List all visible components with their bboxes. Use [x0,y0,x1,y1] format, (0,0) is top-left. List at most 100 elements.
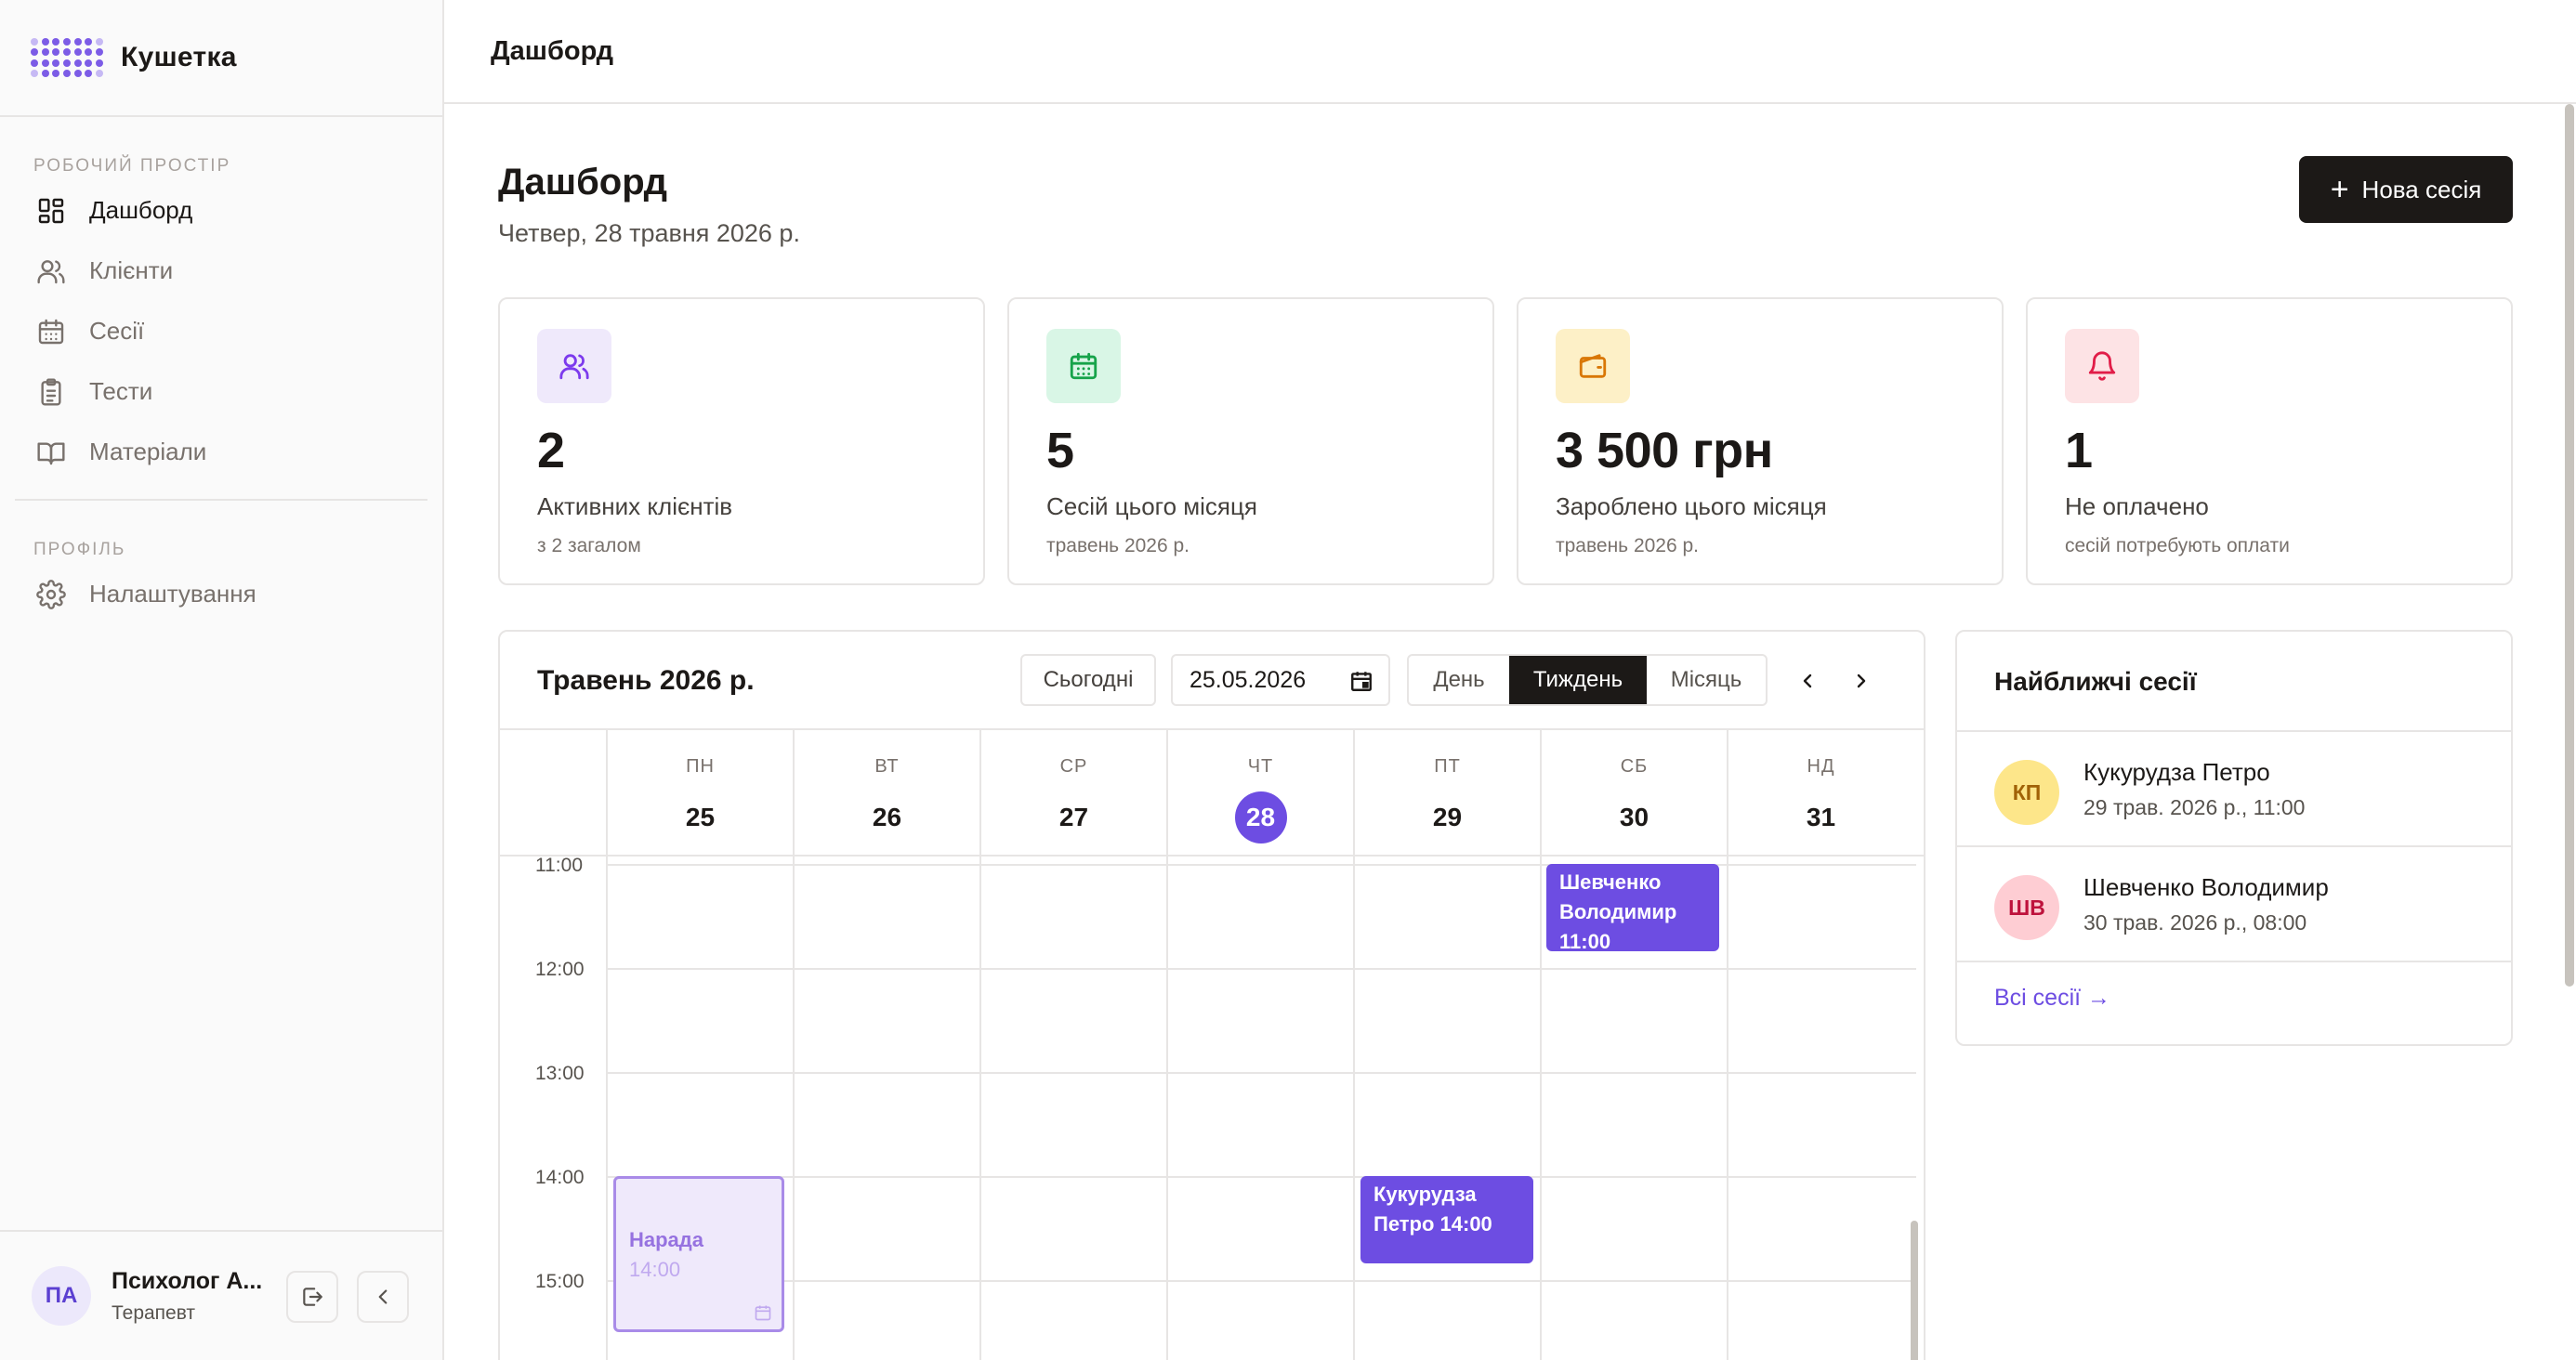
day-number: 30 [1619,803,1649,831]
day-name: ЧТ [1247,756,1274,777]
users-icon [537,329,611,403]
stat-value: 1 [2065,423,2093,478]
date-value: 25.05.2026 [1189,666,1307,693]
day-column-header[interactable]: СР 27 [979,730,1166,857]
event-time: 11:00 [1559,930,1611,951]
sidebar-item-label: Тести [89,377,153,405]
event-shevchenko[interactable]: Шевченко Володимир 11:00 [1546,864,1719,951]
stat-sub: сесій потребують оплати [2065,535,2290,556]
sidebar-item-label: Матеріали [89,438,207,465]
stat-value: 2 [537,423,565,478]
day-column-header[interactable]: ПН 25 [606,730,793,857]
stat-card-active-clients: 2 Активних клієнтів з 2 загалом [498,297,985,585]
logo-icon [30,37,104,78]
day-name: СР [1059,756,1088,777]
hour-label: 11:00 [535,855,583,876]
grid-line [1353,857,1355,1360]
grid-line [1727,857,1728,1360]
sidebar-item-label: Клієнти [89,256,174,284]
new-session-label: Нова сесія [2361,175,2482,203]
sidebar: Кушетка РОБОЧИЙ ПРОСТІР Дашборд Клієнти … [0,0,444,1360]
view-switcher: День Тиждень Місяць [1407,654,1768,706]
panel-title: Найближчі сесії [1994,667,2197,696]
stat-sub: травень 2026 р. [1046,535,1190,556]
grid-line [606,1176,1916,1178]
sidebar-item-materials[interactable]: Матеріали [0,422,442,482]
sidebar-item-settings[interactable]: Налаштування [0,564,442,624]
calendar-scrollbar[interactable] [1911,1221,1918,1360]
today-button[interactable]: Сьогодні [1020,654,1156,706]
sidebar-item-tests[interactable]: Тести [0,361,442,422]
sidebar-item-label: Дашборд [89,196,193,224]
stat-label: Активних клієнтів [537,492,733,520]
day-name: ВТ [874,756,900,777]
hour-label: 13:00 [535,1063,585,1084]
event-title: Нарада [629,1228,703,1251]
time-grid: 11:00 12:00 13:00 14:00 15:00 Шевченко В… [500,855,1924,1360]
day-number: 27 [1058,803,1089,831]
calendar-icon [1046,329,1121,403]
day-number: 25 [685,803,716,831]
clipboard-icon [35,376,67,408]
logout-icon [303,1288,322,1306]
gear-icon [35,579,67,610]
calendar-icon [755,1305,771,1321]
plus-icon: + [2330,172,2349,207]
view-day-button[interactable]: День [1409,656,1509,704]
grid-line [606,857,608,1360]
day-column-header-today[interactable]: ЧТ 28 [1166,730,1353,857]
day-number: 26 [872,803,902,831]
day-column-header[interactable]: ВТ 26 [793,730,979,857]
chevron-right-icon [1857,673,1866,688]
brand[interactable]: Кушетка [0,0,442,117]
event-title: Кукурудза [1373,1183,1477,1206]
book-icon [35,437,67,468]
calendar-icon[interactable] [1349,669,1373,693]
day-name: ПН [686,756,715,777]
user-role: Терапевт [112,1301,196,1324]
all-sessions-link[interactable]: Всі сесії → [1994,985,2110,1012]
sidebar-item-clients[interactable]: Клієнти [0,241,442,301]
hour-label: 15:00 [535,1271,585,1292]
new-session-button[interactable]: + Нова сесія [2299,156,2513,223]
hour-label: 12:00 [535,959,585,980]
client-name: Кукурудза Петро [2083,758,2270,786]
calendar-header: Травень 2026 р. Сьогодні 25.05.2026 День… [500,632,1924,730]
event-time: 14:00 [629,1258,681,1281]
grid-line [1166,857,1168,1360]
wallet-icon [1556,329,1630,403]
calendar-icon [35,316,67,347]
event-title: Шевченко [1559,870,1662,894]
day-column-header[interactable]: ПТ 29 [1353,730,1540,857]
grid-line [606,968,1916,970]
stat-value: 3 500 грн [1556,423,1773,478]
view-week-button[interactable]: Тиждень [1509,656,1647,704]
event-meeting[interactable]: Нарада 14:00 [613,1176,784,1332]
user-name: Психолог А... [112,1267,263,1294]
sidebar-item-label: Сесії [89,317,145,345]
list-item[interactable]: КП Кукурудза Петро 29 трав. 2026 р., 11:… [1957,732,2511,845]
date-picker-input[interactable]: 25.05.2026 [1171,654,1390,706]
next-week-button[interactable] [1846,665,1877,697]
avatar: КП [1994,760,2059,825]
stat-card-unpaid: 1 Не оплачено сесій потребують оплати [2026,297,2513,585]
event-kukurudza[interactable]: Кукурудза Петро 14:00 [1360,1176,1533,1263]
list-item[interactable]: ШВ Шевченко Володимир 30 трав. 2026 р., … [1957,847,2511,961]
sidebar-item-dashboard[interactable]: Дашборд [0,180,442,241]
avatar[interactable]: ПА [32,1266,91,1326]
grid-icon [35,195,67,227]
day-column-header[interactable]: СБ 30 [1540,730,1727,857]
grid-line [606,1072,1916,1074]
stat-label: Сесій цього місяця [1046,492,1257,520]
logout-button[interactable] [286,1271,338,1323]
day-column-header[interactable]: НД 31 [1727,730,1913,857]
upcoming-sessions-panel: Найближчі сесії КП Кукурудза Петро 29 тр… [1955,630,2513,1046]
sidebar-item-sessions[interactable]: Сесії [0,301,442,361]
collapse-sidebar-button[interactable] [357,1271,409,1323]
divider [1957,961,2511,962]
prev-week-button[interactable] [1792,665,1823,697]
stat-value: 5 [1046,423,1074,478]
stat-card-earned: 3 500 грн Зароблено цього місяця травень… [1517,297,2004,585]
grid-line [979,857,981,1360]
view-month-button[interactable]: Місяць [1647,656,1766,704]
